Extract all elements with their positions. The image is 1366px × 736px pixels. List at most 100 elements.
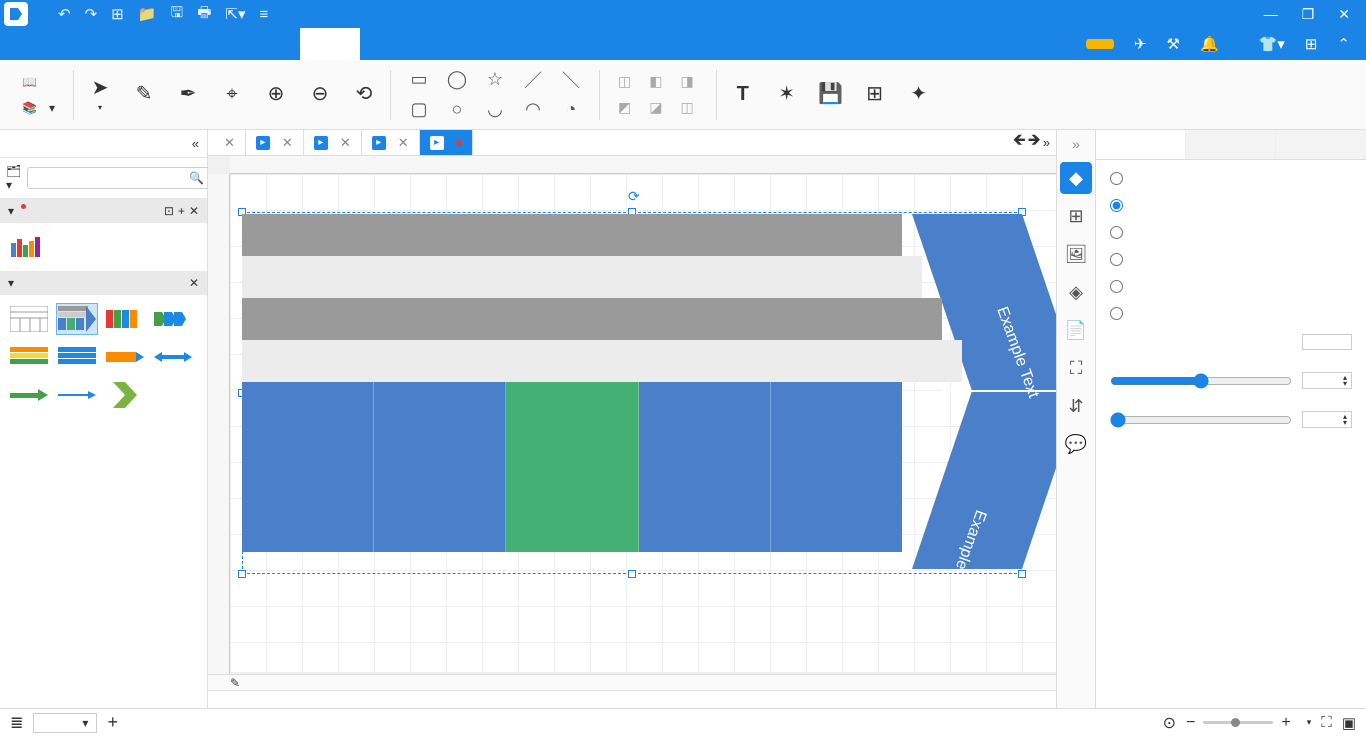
vc-row-0[interactable] <box>242 214 902 256</box>
collapse-libraries-icon[interactable]: « <box>192 136 199 151</box>
share-icon[interactable]: ⚒ <box>1166 35 1179 53</box>
new-library-button[interactable]: 📖 <box>16 71 61 93</box>
menu-view[interactable] <box>240 28 300 60</box>
library-menu-icon[interactable]: 🗂▾ <box>6 164 21 192</box>
vc-row-2[interactable] <box>242 298 942 340</box>
redo-icon[interactable]: ↷ <box>85 5 98 23</box>
canvas[interactable]: ⟳ Example Text <box>230 174 1056 672</box>
shape-pie[interactable]: ◔ <box>557 98 585 122</box>
vc-col-4[interactable] <box>771 382 902 552</box>
line-tab[interactable] <box>1186 130 1276 159</box>
vc-thumb-1[interactable] <box>8 303 50 335</box>
color-swatch[interactable] <box>1302 334 1352 350</box>
bell-icon[interactable]: 🔔 <box>1200 35 1219 53</box>
value-chain-shape[interactable]: Example Text Example Text <box>242 214 1022 552</box>
delete-anchor-tool[interactable]: ⊖ <box>298 82 342 108</box>
eyedropper-icon[interactable]: ✎ <box>230 676 240 690</box>
shadow-tab[interactable] <box>1276 130 1366 159</box>
tab-next-icon[interactable]: 🡺 <box>1028 129 1041 156</box>
fit-page-icon[interactable]: ⛶ <box>1321 714 1332 731</box>
collapse-ribbon-icon[interactable]: ⌃ <box>1337 35 1350 53</box>
close-tab-icon[interactable]: ✕ <box>398 135 409 151</box>
shade-value[interactable]: ▴▾ <box>1302 372 1352 389</box>
close-tab-icon[interactable]: ✕ <box>282 135 293 151</box>
value-chain-header[interactable]: ▾ ✕ <box>0 271 207 295</box>
play-icon[interactable]: ⊙ <box>1163 713 1176 733</box>
transparency-value[interactable]: ▴▾ <box>1302 411 1352 428</box>
search-input[interactable] <box>34 171 189 185</box>
shape-star[interactable]: ☆ <box>481 68 509 92</box>
predefine-libraries-button[interactable]: 📚▾ <box>16 97 61 119</box>
shape-circle[interactable]: ○ <box>443 98 471 122</box>
single-gradient-radio[interactable] <box>1110 253 1352 266</box>
shape-arc2[interactable]: ◠ <box>519 98 547 122</box>
import-icon[interactable]: ⊡ <box>164 204 174 218</box>
tab-prev-icon[interactable]: 🡸 <box>1013 129 1026 156</box>
transparency-slider[interactable] <box>1110 412 1292 428</box>
fullscreen-icon[interactable]: ▣ <box>1342 714 1356 732</box>
vc-thumb-11[interactable] <box>104 379 146 411</box>
datasheet-button[interactable]: ⊞ <box>853 82 897 108</box>
add-icon[interactable]: + <box>178 204 185 218</box>
outline-view-icon[interactable]: ≣ <box>10 713 23 733</box>
vc-thumb-6[interactable] <box>56 341 98 373</box>
undo-icon[interactable]: ↶ <box>58 5 71 23</box>
comments-panel-icon[interactable]: 💬 <box>1060 428 1092 460</box>
resize-handle[interactable] <box>628 570 636 578</box>
vc-thumb-2[interactable] <box>56 303 98 335</box>
gradient-fill-radio[interactable] <box>1110 226 1352 239</box>
page-panel-icon[interactable]: 📄 <box>1060 314 1092 346</box>
vc-thumb-10[interactable] <box>56 379 98 411</box>
arrange-panel-icon[interactable]: ⇵ <box>1060 390 1092 422</box>
shape-line2[interactable]: ＼ <box>557 68 585 92</box>
fill-tab[interactable] <box>1096 130 1186 159</box>
layers-panel-icon[interactable]: ◈ <box>1060 276 1092 308</box>
vc-col-0[interactable] <box>242 382 374 552</box>
export-icon[interactable]: ⇱▾ <box>225 5 245 23</box>
solid-fill-radio[interactable] <box>1110 199 1352 212</box>
zoom-in-button[interactable]: + <box>1281 714 1290 732</box>
close-section-icon[interactable]: ✕ <box>189 204 199 218</box>
zoom-out-button[interactable]: − <box>1186 714 1195 732</box>
save-symbol-button[interactable]: 💾 <box>809 82 853 108</box>
vc-row-1[interactable] <box>242 256 922 298</box>
vc-col-3[interactable] <box>639 382 771 552</box>
vc-thumb-9[interactable] <box>8 379 50 411</box>
menu-home[interactable] <box>60 28 120 60</box>
open-icon[interactable]: 📁 <box>138 5 157 23</box>
doc-tab-3[interactable]: ▸✕ <box>362 130 420 155</box>
close-tab-icon[interactable]: ✕ <box>340 135 351 151</box>
convert-anchor-tool[interactable]: ⟲ <box>342 82 386 108</box>
menu-file[interactable] <box>0 28 60 60</box>
buy-now-button[interactable] <box>1086 39 1114 49</box>
save-icon[interactable]: 🖫 <box>170 2 183 27</box>
theme-icon[interactable]: 👕▾ <box>1259 35 1285 53</box>
doc-tab-4[interactable]: ▸ <box>420 130 473 155</box>
pattern-fill-radio[interactable] <box>1110 280 1352 293</box>
tab-overflow-icon[interactable]: » <box>1043 135 1050 150</box>
text-tool[interactable]: T <box>721 82 765 108</box>
shape-rect[interactable]: ▭ <box>405 68 433 92</box>
vc-col-1[interactable] <box>374 382 506 552</box>
menu-help[interactable] <box>360 28 420 60</box>
shape-ellipse[interactable]: ◯ <box>443 68 471 92</box>
menu-symbols[interactable] <box>300 28 360 60</box>
doc-tab-0[interactable]: ✕ <box>208 130 246 155</box>
fill-panel-icon[interactable]: ◆ <box>1060 162 1092 194</box>
menu-insert[interactable] <box>120 28 180 60</box>
vc-col-2[interactable] <box>506 382 638 552</box>
shade-slider[interactable] <box>1110 373 1292 389</box>
pen-tool[interactable]: ✒ <box>166 82 210 108</box>
move-anchor-tool[interactable]: ⌖ <box>210 82 254 108</box>
more-icon[interactable]: ≡ <box>259 6 268 23</box>
shape-line[interactable]: ／ <box>519 68 547 92</box>
resize-handle[interactable] <box>1018 570 1026 578</box>
grid-icon[interactable]: ⊞ <box>1305 35 1318 53</box>
mylib-thumb[interactable] <box>8 231 50 263</box>
picture-fill-radio[interactable] <box>1110 307 1352 320</box>
zoom-slider[interactable] <box>1203 721 1273 724</box>
pencil-tool[interactable]: ✎ <box>122 82 166 108</box>
shape-roundrect[interactable]: ▢ <box>405 98 433 122</box>
rotate-handle-icon[interactable]: ⟳ <box>628 188 640 205</box>
print-icon[interactable]: 🖶 <box>197 2 211 27</box>
